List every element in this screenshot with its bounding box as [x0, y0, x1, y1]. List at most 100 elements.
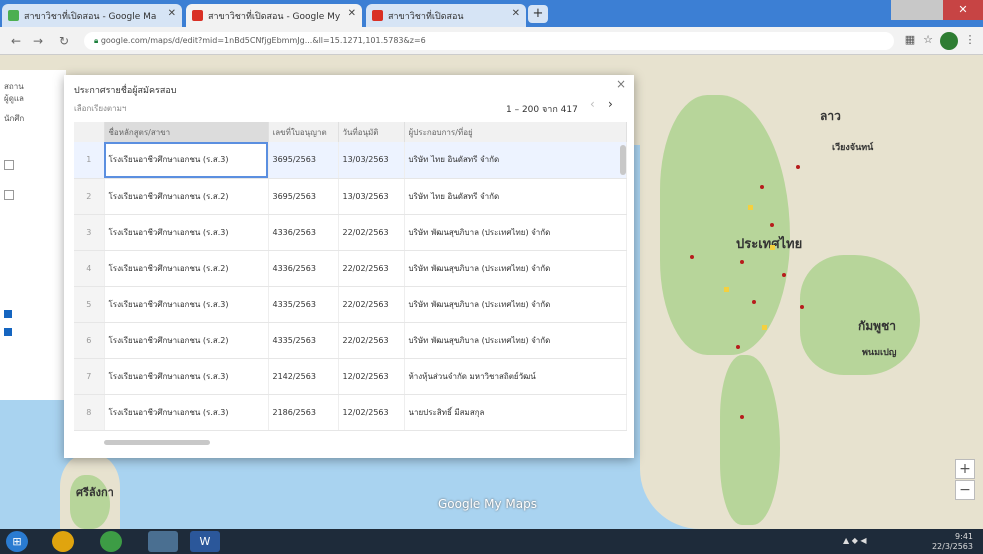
column-header-date[interactable]: วันที่อนุมัติ: [338, 122, 405, 142]
operator-cell[interactable]: บริษัท พัฒนสุขภิบาล (ประเทศไทย) จำกัด: [404, 322, 627, 359]
map-pin[interactable]: [796, 165, 800, 169]
table-row[interactable]: 6 โรงเรียนอาชีวศึกษาเอกชน (ร.ส.2) 4335/256…: [74, 322, 627, 359]
close-tab-icon[interactable]: ✕: [168, 8, 176, 19]
date-cell[interactable]: 13/03/2563: [338, 142, 405, 179]
map-marker-yellow[interactable]: [724, 287, 729, 292]
name-cell[interactable]: โรงเรียนอาชีวศึกษาเอกชน (ร.ส.2): [104, 322, 269, 359]
network-icon[interactable]: ▲ ◆ ◀: [843, 536, 867, 545]
previous-page-icon[interactable]: ‹: [590, 97, 595, 111]
dialog-title: ประกาศรายชื่อผู้สมัครสอบ: [74, 86, 177, 96]
new-tab-button[interactable]: +: [528, 5, 548, 23]
license-cell[interactable]: 2142/2563: [268, 358, 339, 395]
reload-icon[interactable]: ↻: [56, 33, 72, 49]
license-cell[interactable]: 4335/2563: [268, 286, 339, 323]
table-row[interactable]: 8 โรงเรียนอาชีวศึกษาเอกชน (ร.ส.3) 2186/256…: [74, 394, 627, 431]
map-marker-yellow[interactable]: [770, 245, 775, 250]
layer-style-icon[interactable]: [4, 310, 12, 318]
map-label-laos: ลาว: [820, 109, 841, 123]
map-marker-yellow[interactable]: [762, 325, 767, 330]
window-close-button[interactable]: ✕: [943, 0, 983, 20]
file-explorer-taskbar-icon[interactable]: [148, 531, 178, 552]
table-row[interactable]: 5 โรงเรียนอาชีวศึกษาเอกชน (ร.ส.3) 4335/256…: [74, 286, 627, 323]
license-cell[interactable]: 4336/2563: [268, 250, 339, 287]
browser-tab-1-label: สาขาวิชาที่เปิดสอน - Google Ma: [24, 12, 157, 22]
star-icon[interactable]: ☆: [920, 33, 936, 49]
map-pin[interactable]: [736, 345, 740, 349]
operator-cell[interactable]: บริษัท ไทย อินดัสทรี จำกัด: [404, 142, 627, 179]
layer-style-icon[interactable]: [4, 328, 12, 336]
qgis-taskbar-icon[interactable]: [100, 531, 122, 552]
zoom-in-button[interactable]: +: [955, 459, 975, 479]
date-cell[interactable]: 22/02/2563: [338, 250, 405, 287]
column-header-license[interactable]: เลขที่ใบอนุญาต: [268, 122, 339, 142]
date-cell[interactable]: 12/02/2563: [338, 358, 405, 395]
date-cell[interactable]: 12/02/2563: [338, 394, 405, 431]
dialog-close-icon[interactable]: ×: [616, 77, 626, 91]
close-tab-icon[interactable]: ✕: [512, 8, 520, 19]
column-header-name[interactable]: ชื่อหลักสูตร/สาขา: [104, 122, 269, 142]
operator-cell[interactable]: บริษัท พัฒนสุขภิบาล (ประเทศไทย) จำกัด: [404, 214, 627, 251]
start-button[interactable]: ⊞: [6, 531, 28, 552]
row-number-cell: 5: [74, 286, 105, 323]
map-marker-yellow[interactable]: [748, 205, 753, 210]
close-tab-icon[interactable]: ✕: [348, 8, 356, 19]
google-my-maps-logo: Google My Maps: [438, 497, 537, 511]
vertical-scrollbar[interactable]: [620, 145, 626, 175]
license-cell[interactable]: 4335/2563: [268, 322, 339, 359]
operator-cell[interactable]: บริษัท ไทย อินดัสทรี จำกัด: [404, 178, 627, 215]
table-row[interactable]: 2 โรงเรียนอาชีวศึกษาเอกชน (ร.ส.2) 3695/256…: [74, 178, 627, 215]
name-cell[interactable]: โรงเรียนอาชีวศึกษาเอกชน (ร.ส.3): [104, 286, 269, 323]
table-row[interactable]: 4 โรงเรียนอาชีวศึกษาเอกชน (ร.ส.2) 4336/256…: [74, 250, 627, 287]
forward-icon[interactable]: →: [30, 33, 46, 49]
browser-tab-2[interactable]: สาขาวิชาที่เปิดสอน - Google My ✕: [186, 4, 362, 27]
table-row[interactable]: 1 โรงเรียนอาชีวศึกษาเอกชน (ร.ส.3) 3695/256…: [74, 142, 627, 179]
word-taskbar-icon[interactable]: W: [190, 531, 220, 552]
operator-cell[interactable]: นายประสิทธิ์ มีสมสกุล: [404, 394, 627, 431]
name-cell[interactable]: โรงเรียนอาชีวศึกษาเอกชน (ร.ส.3): [104, 394, 269, 431]
map-pin[interactable]: [752, 300, 756, 304]
menu-icon[interactable]: ⋮: [962, 33, 978, 49]
browser-tab-3[interactable]: สาขาวิชาที่เปิดสอน ✕: [366, 4, 526, 27]
name-cell[interactable]: โรงเรียนอาชีวศึกษาเอกชน (ร.ส.2): [104, 250, 269, 287]
map-pin[interactable]: [800, 305, 804, 309]
layer-checkbox[interactable]: [4, 160, 14, 170]
map-label-thailand: ประเทศไทย: [736, 233, 802, 254]
zoom-out-button[interactable]: −: [955, 480, 975, 500]
map-pin[interactable]: [760, 185, 764, 189]
name-cell[interactable]: โรงเรียนอาชีวศึกษาเอกชน (ร.ส.3): [104, 214, 269, 251]
column-header-operator[interactable]: ผู้ประกอบการ/ที่อยู่: [404, 122, 627, 142]
browser-tab-2-label: สาขาวิชาที่เปิดสอน - Google My: [208, 12, 341, 22]
date-cell[interactable]: 22/02/2563: [338, 286, 405, 323]
next-page-icon[interactable]: ›: [608, 97, 613, 111]
map-pin[interactable]: [770, 223, 774, 227]
map-pin[interactable]: [740, 415, 744, 419]
license-cell[interactable]: 4336/2563: [268, 214, 339, 251]
url-field[interactable]: 🔒︎ google.com/maps/d/edit?mid=1nBd5CNfjg…: [84, 32, 894, 50]
map-pin[interactable]: [740, 260, 744, 264]
clock[interactable]: 9:41 22/3/2563: [932, 532, 973, 552]
back-icon[interactable]: ←: [8, 33, 24, 49]
browser-tab-1[interactable]: สาขาวิชาที่เปิดสอน - Google Ma ✕: [2, 4, 182, 27]
extension-icon[interactable]: ▦: [902, 33, 918, 49]
name-cell[interactable]: โรงเรียนอาชีวศึกษาเอกชน (ร.ส.3): [104, 142, 269, 179]
operator-cell[interactable]: บริษัท พัฒนสุขภิบาล (ประเทศไทย) จำกัด: [404, 250, 627, 287]
operator-cell[interactable]: ห้างหุ้นส่วนจำกัด มหาวิชาสถิตย์วัฒน์: [404, 358, 627, 395]
license-cell[interactable]: 3695/2563: [268, 178, 339, 215]
row-number-cell: 7: [74, 358, 105, 395]
date-cell[interactable]: 22/02/2563: [338, 322, 405, 359]
date-cell[interactable]: 22/02/2563: [338, 214, 405, 251]
license-cell[interactable]: 2186/2563: [268, 394, 339, 431]
operator-cell[interactable]: บริษัท พัฒนสุขภิบาล (ประเทศไทย) จำกัด: [404, 286, 627, 323]
table-row[interactable]: 7 โรงเรียนอาชีวศึกษาเอกชน (ร.ส.3) 2142/256…: [74, 358, 627, 395]
layer-checkbox[interactable]: [4, 190, 14, 200]
date-cell[interactable]: 13/03/2563: [338, 178, 405, 215]
table-row[interactable]: 3 โรงเรียนอาชีวศึกษาเอกชน (ร.ส.3) 4336/256…: [74, 214, 627, 251]
profile-avatar[interactable]: [940, 32, 958, 50]
map-pin[interactable]: [782, 273, 786, 277]
name-cell[interactable]: โรงเรียนอาชีวศึกษาเอกชน (ร.ส.3): [104, 358, 269, 395]
horizontal-scrollbar[interactable]: [104, 440, 210, 445]
license-cell[interactable]: 3695/2563: [268, 142, 339, 179]
name-cell[interactable]: โรงเรียนอาชีวศึกษาเอกชน (ร.ส.2): [104, 178, 269, 215]
map-pin[interactable]: [690, 255, 694, 259]
chrome-taskbar-icon[interactable]: [52, 531, 74, 552]
